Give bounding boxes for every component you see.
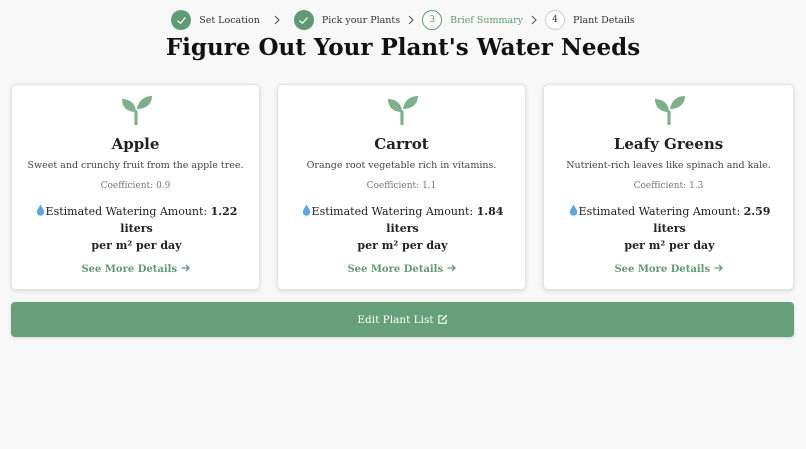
plant-coefficient: Coefficient: 1.1 [366,181,437,191]
see-more-label: See More Details [81,264,178,275]
step-2-complete [293,10,314,30]
see-more-label: See More Details [347,264,444,275]
arrow-right-icon [181,264,190,272]
chevron-right-icon [274,15,280,25]
plant-name: Leafy Greens [613,135,724,153]
watering-unit: per m² per day [624,239,715,252]
step-label: Set Location [199,14,260,26]
plant-name: Carrot [374,135,429,153]
watering-unit: per m² per day [357,239,448,252]
step-separator [400,15,422,25]
see-more-label: See More Details [614,264,711,275]
plant-description: Orange root vegetable rich in vitamins. [306,160,497,171]
plant-card-apple: Apple Sweet and crunchy fruit from the a… [11,84,260,290]
see-more-details-link[interactable]: See More Details [12,264,259,275]
arrow-right-icon [447,264,456,272]
step-pick-plants: Pick your Plants [293,10,401,30]
step-brief-summary: 3 Brief Summary [422,10,523,30]
water-drop-icon [302,204,310,216]
watering-estimate: Estimated Watering Amount: 1.84 liters pe… [288,203,517,254]
check-icon [176,16,186,24]
sprout-icon [655,96,685,125]
sprout-icon [388,96,418,125]
watering-label: Estimated Watering Amount: [578,205,741,218]
plant-name: Apple [111,135,160,153]
plant-cards: Apple Sweet and crunchy fruit from the a… [11,84,794,292]
step-label: Brief Summary [450,14,524,26]
watering-label: Estimated Watering Amount: [311,205,474,218]
step-separator [260,15,294,25]
step-separator [523,15,545,25]
plant-description: Nutrient-rich leaves like spinach and ka… [566,160,771,171]
progress-stepper: Set Location Pick your Plants 3 Brief Su… [0,8,806,32]
chevron-right-icon [531,15,537,25]
water-drop-icon [36,204,44,216]
arrow-right-icon [714,264,723,272]
watering-label: Estimated Watering Amount: [45,205,208,218]
page-title: Figure Out Your Plant's Water Needs [165,34,641,61]
edit-plant-list-button[interactable]: Edit Plant List [11,302,794,337]
plant-card-carrot: Carrot Orange root vegetable rich in vit… [277,84,526,290]
step-set-location: Set Location [171,10,260,30]
see-more-details-link[interactable]: See More Details [278,264,525,275]
edit-icon [437,314,447,324]
watering-estimate: Estimated Watering Amount: 2.59 liters pe… [554,203,785,254]
plant-card-leafy-greens: Leafy Greens Nutrient-rich leaves like s… [543,84,794,290]
edit-plant-list-label: Edit Plant List [357,313,434,326]
step-label: Pick your Plants [321,14,401,26]
plant-coefficient: Coefficient: 0.9 [100,181,171,191]
watering-unit: per m² per day [91,239,182,252]
step-3-number: 3 [422,10,443,30]
plant-coefficient: Coefficient: 1.3 [633,181,704,191]
check-icon [299,16,309,24]
sprout-icon [122,96,152,125]
plant-description: Sweet and crunchy fruit from the apple t… [27,160,244,171]
see-more-details-link[interactable]: See More Details [544,264,793,275]
step-plant-details: 4 Plant Details [545,10,635,30]
step-1-complete [171,10,192,30]
chevron-right-icon [408,15,414,25]
water-drop-icon [569,204,577,216]
step-4-number: 4 [545,10,566,30]
watering-estimate: Estimated Watering Amount: 1.22 liters pe… [22,203,251,254]
step-label: Plant Details [573,14,635,26]
